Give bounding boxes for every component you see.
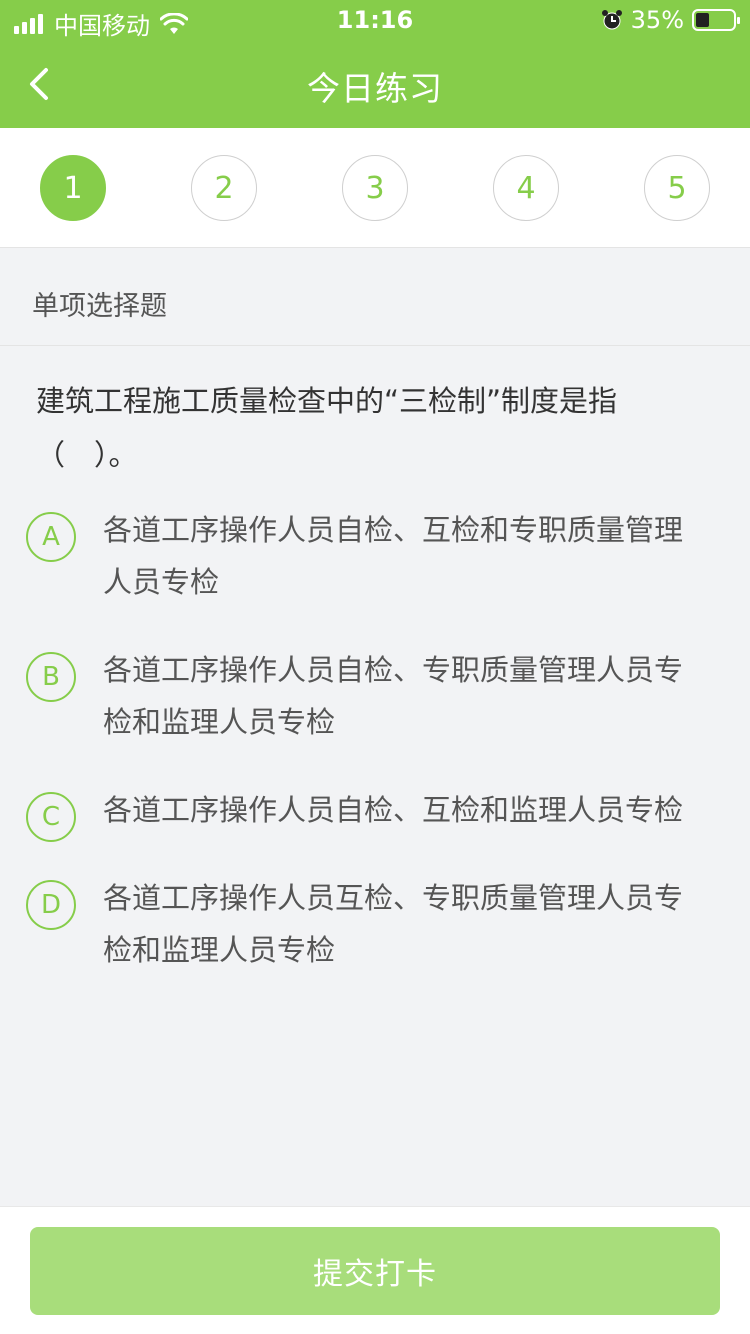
option-c[interactable]: C 各道工序操作人员自检、互检和监理人员专检 — [26, 784, 726, 842]
question-line-2: （ ）。 — [36, 438, 138, 472]
option-d[interactable]: D 各道工序操作人员互检、专职质量管理人员专 检和监理人员专检 — [26, 872, 726, 976]
option-b[interactable]: B 各道工序操作人员自检、专职质量管理人员专 检和监理人员专检 — [26, 644, 726, 748]
step-5[interactable]: 5 — [644, 155, 710, 221]
option-b-badge: B — [26, 652, 76, 702]
footer-bar: 提交打卡 — [0, 1206, 750, 1334]
step-3[interactable]: 3 — [342, 155, 408, 221]
status-bar: 中国移动 11:16 35% — [0, 0, 750, 40]
option-a-text: 各道工序操作人员自检、互检和专职质量管理 人员专检 — [103, 504, 713, 608]
question-text: 建筑工程施工质量检查中的“三检制”制度是指 （ ）。 — [36, 374, 716, 482]
option-b-text: 各道工序操作人员自检、专职质量管理人员专 检和监理人员专检 — [103, 644, 713, 748]
question-line-1: 建筑工程施工质量检查中的“三检制”制度是指 — [36, 384, 618, 418]
option-d-text: 各道工序操作人员互检、专职质量管理人员专 检和监理人员专检 — [103, 872, 713, 976]
navigation-bar: 今日练习 — [0, 40, 750, 128]
option-c-text: 各道工序操作人员自检、互检和监理人员专检 — [103, 784, 713, 836]
battery-percentage: 35% — [630, 6, 684, 34]
option-b-line-1: 各道工序操作人员自检、专职质量管理人员专 — [103, 653, 684, 687]
option-a[interactable]: A 各道工序操作人员自检、互检和专职质量管理 人员专检 — [26, 504, 726, 608]
option-c-line-1: 各道工序操作人员自检、互检和监理人员专检 — [103, 793, 684, 827]
submit-checkin-button[interactable]: 提交打卡 — [30, 1227, 720, 1315]
status-right: 35% — [601, 6, 740, 34]
option-d-line-1: 各道工序操作人员互检、专职质量管理人员专 — [103, 881, 684, 915]
step-2[interactable]: 2 — [191, 155, 257, 221]
question-stepper: 1 2 3 4 5 — [0, 128, 750, 248]
alarm-icon — [601, 10, 622, 30]
option-a-line-2: 人员专检 — [103, 565, 220, 599]
app-header: 中国移动 11:16 35% 今日练习 — [0, 0, 750, 128]
question-type-section: 单项选择题 — [0, 248, 750, 346]
option-a-badge: A — [26, 512, 76, 562]
question-type-label: 单项选择题 — [32, 291, 167, 322]
option-a-line-1: 各道工序操作人员自检、互检和专职质量管理 — [103, 513, 684, 547]
battery-icon — [692, 9, 740, 31]
option-d-badge: D — [26, 880, 76, 930]
step-1[interactable]: 1 — [40, 155, 106, 221]
option-c-badge: C — [26, 792, 76, 842]
option-b-line-2: 检和监理人员专检 — [103, 705, 336, 739]
page-title: 今日练习 — [307, 69, 443, 108]
option-d-line-2: 检和监理人员专检 — [103, 933, 336, 967]
step-4[interactable]: 4 — [493, 155, 559, 221]
